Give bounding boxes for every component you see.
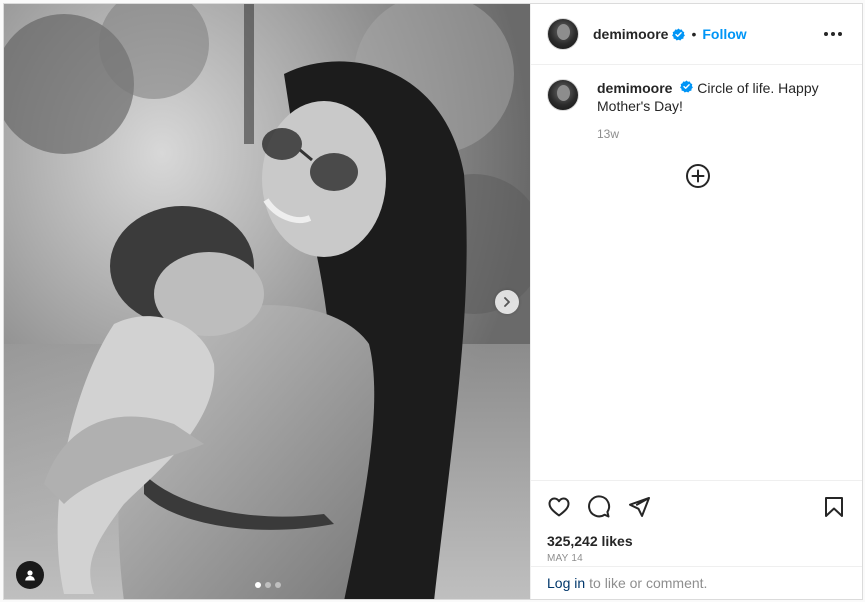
- carousel-indicator: [255, 582, 281, 588]
- heart-icon: [548, 497, 570, 517]
- caption: demimoore Circle of life. Happy Mother's…: [547, 79, 846, 143]
- caption-body: demimoore Circle of life. Happy Mother's…: [597, 79, 837, 143]
- action-bar: [547, 481, 846, 533]
- actions-area: 325,242 likes MAY 14: [531, 480, 862, 566]
- caption-timestamp[interactable]: 13w: [597, 125, 837, 143]
- login-prompt: Log in to like or comment.: [531, 566, 862, 599]
- login-link[interactable]: Log in: [547, 575, 585, 591]
- carousel-dot: [255, 582, 261, 588]
- share-button[interactable]: [627, 495, 651, 519]
- save-button[interactable]: [822, 495, 846, 519]
- follow-button[interactable]: Follow: [702, 26, 746, 42]
- likes-count[interactable]: 325,242 likes: [547, 533, 846, 549]
- carousel-dot: [265, 582, 271, 588]
- send-icon: [629, 497, 650, 517]
- avatar[interactable]: [547, 79, 579, 111]
- caption-username[interactable]: demimoore: [597, 80, 672, 96]
- chevron-right-icon: [504, 297, 510, 307]
- avatar[interactable]: [547, 18, 579, 50]
- login-prompt-text: to like or comment.: [589, 575, 708, 591]
- post-header: demimoore • Follow: [531, 4, 862, 65]
- more-options-icon[interactable]: [820, 28, 846, 40]
- carousel-dot: [275, 582, 281, 588]
- verified-badge-icon: [672, 28, 686, 41]
- verified-badge-icon: [680, 80, 694, 93]
- like-button[interactable]: [547, 495, 571, 519]
- user-tag-icon: [25, 570, 35, 581]
- comment-icon: [588, 495, 611, 518]
- author-username[interactable]: demimoore: [593, 26, 668, 42]
- comments-section: demimoore Circle of life. Happy Mother's…: [531, 65, 862, 480]
- plus-circle-icon: [686, 164, 710, 188]
- post-date[interactable]: MAY 14: [547, 553, 846, 564]
- tagged-users-button[interactable]: [16, 561, 44, 589]
- post-dialog: demimoore • Follow demimoore Circle of l…: [3, 3, 863, 600]
- bookmark-icon: [825, 497, 843, 517]
- comment-button[interactable]: [587, 495, 611, 519]
- separator-bullet: •: [691, 26, 697, 42]
- post-side-panel: demimoore • Follow demimoore Circle of l…: [530, 4, 862, 599]
- next-photo-button[interactable]: [495, 290, 519, 314]
- load-more-comments-button[interactable]: [685, 163, 711, 189]
- post-photo[interactable]: [4, 4, 530, 599]
- photo-image: [4, 4, 530, 599]
